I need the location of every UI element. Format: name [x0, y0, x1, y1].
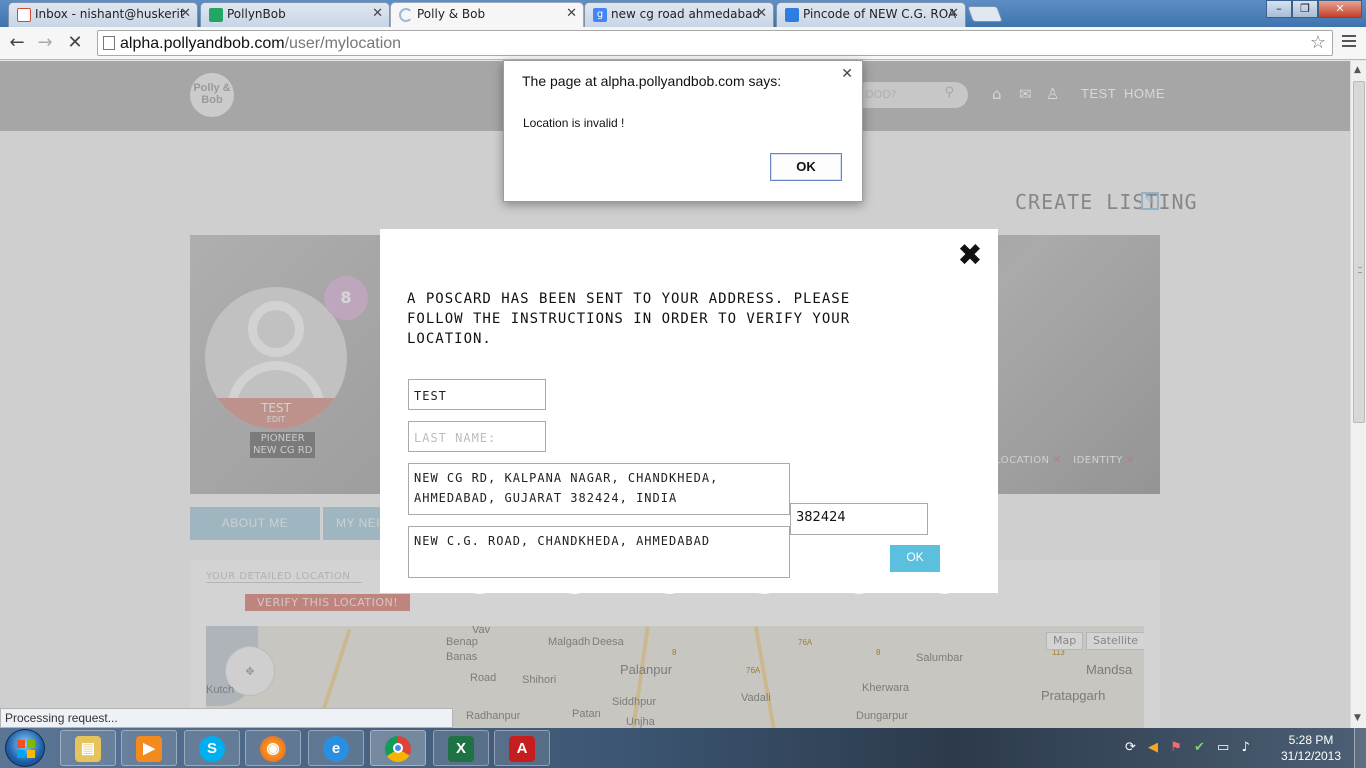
close-tab-icon[interactable]: ✕ — [756, 6, 767, 21]
back-arrow-icon[interactable]: ← — [6, 32, 28, 54]
address-line1-field[interactable]: NEW CG RD, KALPANA NAGAR, CHANDKHEDA, AH… — [408, 463, 790, 515]
scroll-thumb[interactable] — [1353, 81, 1365, 423]
media-player-icon: ▶ — [136, 736, 162, 762]
windows-logo-icon — [17, 740, 35, 758]
maximize-button[interactable]: ❐ — [1292, 0, 1318, 18]
tab-label: Pincode of NEW C.G. ROA — [803, 7, 957, 21]
page-icon — [103, 36, 115, 50]
system-clock[interactable]: 5:28 PM 31/12/2013 — [1280, 732, 1342, 764]
start-button[interactable] — [5, 729, 45, 767]
taskbar-adobe-reader[interactable]: A — [494, 730, 550, 766]
modal-ok-button[interactable]: OK — [890, 545, 940, 572]
address-bar[interactable]: alpha.pollyandbob.com/user/mylocation ☆ — [97, 30, 1333, 56]
javascript-alert-dialog: The page at alpha.pollyandbob.com says: … — [503, 60, 863, 202]
display-icon[interactable]: ▭ — [1217, 740, 1229, 755]
excel-icon: X — [448, 736, 474, 762]
address-line2-field[interactable]: NEW C.G. ROAD, CHANDKHEDA, AHMEDABAD — [408, 526, 790, 578]
skype-icon: S — [199, 736, 225, 762]
taskbar-chrome[interactable] — [370, 730, 426, 766]
pincode-field[interactable]: 382424 — [790, 503, 928, 535]
alert-close-icon[interactable]: ✕ — [841, 65, 853, 82]
last-name-field[interactable]: LAST NAME: — [408, 421, 546, 452]
close-tab-icon[interactable]: ✕ — [372, 6, 383, 21]
close-tab-icon[interactable]: ✕ — [566, 6, 577, 21]
google-icon: g — [593, 8, 607, 22]
chrome-icon — [385, 736, 411, 762]
alert-ok-button[interactable]: OK — [770, 153, 842, 181]
internet-explorer-icon: e — [323, 736, 349, 762]
scroll-up-arrow-icon[interactable]: ▲ — [1354, 65, 1361, 75]
page-scrollbar[interactable]: ▲ ▼ — [1350, 61, 1366, 728]
action-center-icon[interactable]: ⚑ — [1170, 740, 1182, 755]
taskbar-media-player[interactable]: ▶ — [121, 730, 177, 766]
firefox-icon: ◉ — [260, 736, 286, 762]
adobe-reader-icon: A — [509, 736, 535, 762]
show-desktop-button[interactable] — [1354, 728, 1366, 768]
status-bubble: Processing request... — [0, 708, 453, 728]
page-favicon-icon — [785, 8, 799, 22]
tab-label: PollynBob — [227, 7, 286, 21]
tab-pollynbob[interactable]: PollynBob ✕ — [200, 2, 390, 27]
windows-taskbar: ▤ ▶ S ◉ e X A ⟳ ◀ ⚑ ✔ ▭ ♪ 5:28 PM 31/12/… — [0, 728, 1366, 768]
close-window-button[interactable]: ✕ — [1318, 0, 1362, 18]
taskbar-internet-explorer[interactable]: e — [308, 730, 364, 766]
tab-strip: Inbox - nishant@huskerit ✕ PollynBob ✕ P… — [0, 0, 1366, 28]
browser-toolbar: ← → ✕ alpha.pollyandbob.com/user/mylocat… — [0, 27, 1366, 60]
chrome-menu-icon[interactable] — [1342, 35, 1356, 50]
minimize-button[interactable]: – — [1266, 0, 1292, 18]
clock-date: 31/12/2013 — [1280, 749, 1342, 763]
scroll-down-arrow-icon[interactable]: ▼ — [1354, 713, 1361, 723]
network-sync-icon[interactable]: ⟳ — [1125, 740, 1136, 755]
modal-message: A POSCARD HAS BEEN SENT TO YOUR ADDRESS.… — [407, 291, 851, 347]
bookmark-star-icon[interactable]: ☆ — [1310, 32, 1326, 53]
close-icon[interactable]: ✖ — [956, 241, 984, 271]
tab-inbox[interactable]: Inbox - nishant@huskerit ✕ — [8, 2, 198, 27]
taskbar-excel[interactable]: X — [433, 730, 489, 766]
alert-message: Location is invalid ! — [523, 116, 625, 130]
close-tab-icon[interactable]: ✕ — [180, 6, 191, 21]
new-tab-button[interactable] — [967, 6, 1003, 22]
first-name-field[interactable]: TEST — [408, 379, 546, 410]
taskbar-explorer[interactable]: ▤ — [60, 730, 116, 766]
tab-label: Inbox - nishant@huskerit — [35, 7, 185, 21]
window-controls: – ❐ ✕ — [1266, 0, 1362, 19]
taskbar-firefox[interactable]: ◉ — [245, 730, 301, 766]
tab-google-search[interactable]: g new cg road ahmedabad ✕ — [584, 2, 774, 27]
torn-edge — [380, 585, 998, 594]
verify-location-modal: ✖ A POSCARD HAS BEEN SENT TO YOUR ADDRES… — [380, 229, 998, 594]
scroll-grip — [1358, 267, 1362, 273]
tab-pincode[interactable]: Pincode of NEW C.G. ROA ✕ — [776, 2, 966, 27]
tab-polly-and-bob[interactable]: Polly & Bob ✕ — [390, 2, 584, 28]
system-tray: ⟳ ◀ ⚑ ✔ ▭ ♪ — [1125, 740, 1258, 755]
tab-label: Polly & Bob — [417, 7, 486, 21]
clock-time: 5:28 PM — [1288, 733, 1334, 747]
volume-icon[interactable]: ◀ — [1148, 740, 1158, 755]
stop-loading-icon[interactable]: ✕ — [64, 32, 86, 54]
taskbar-skype[interactable]: S — [184, 730, 240, 766]
sheets-icon — [209, 8, 223, 22]
forward-arrow-icon[interactable]: → — [34, 32, 56, 54]
tab-label: new cg road ahmedabad — [611, 7, 761, 21]
url-text: alpha.pollyandbob.com/user/mylocation — [120, 35, 402, 52]
speaker-icon[interactable]: ♪ — [1241, 740, 1249, 755]
gmail-icon — [17, 8, 31, 22]
close-tab-icon[interactable]: ✕ — [948, 6, 959, 21]
alert-title: The page at alpha.pollyandbob.com says: — [522, 73, 782, 89]
folder-icon: ▤ — [75, 736, 101, 762]
security-icon[interactable]: ✔ — [1194, 740, 1205, 755]
loading-spinner-icon — [399, 8, 413, 22]
